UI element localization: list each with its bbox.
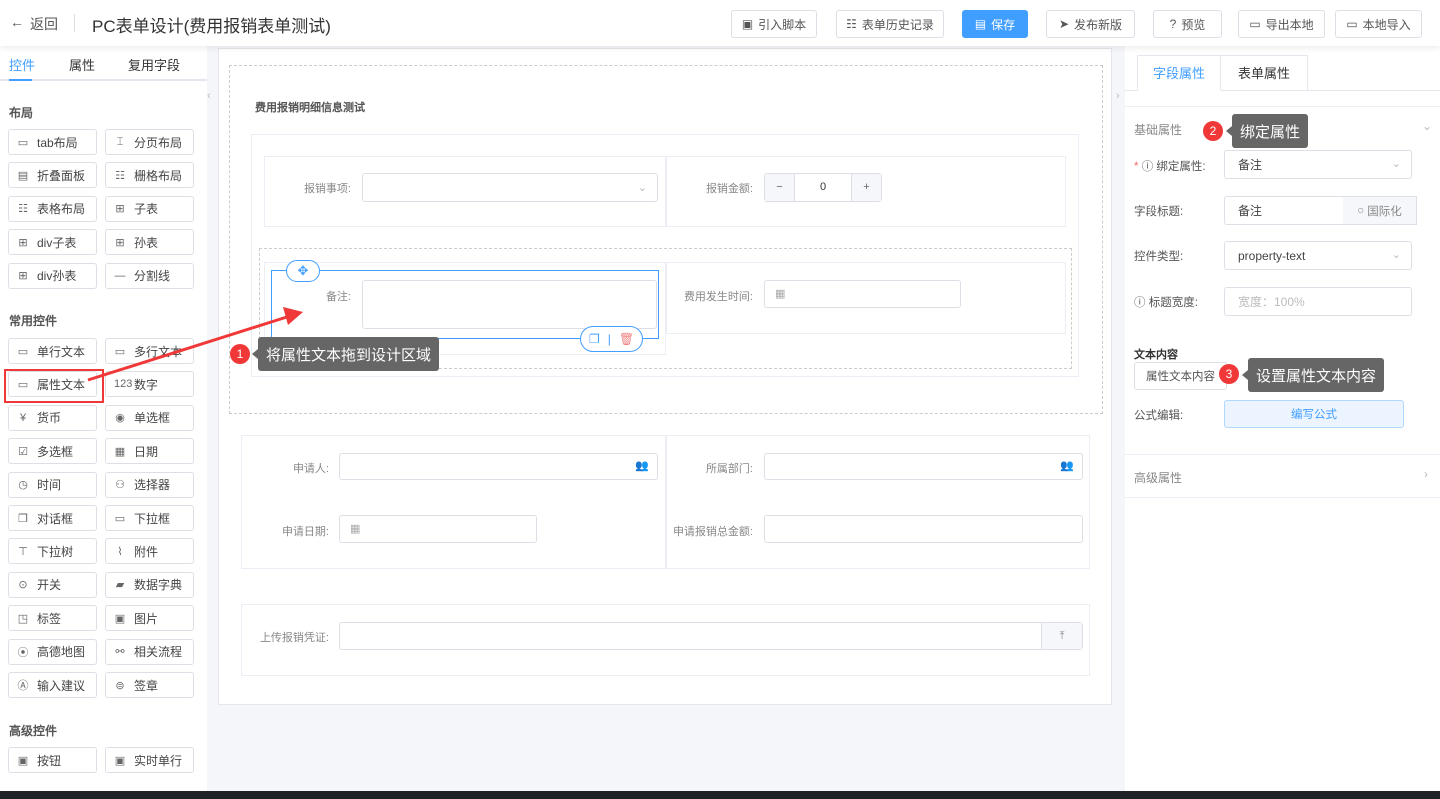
- annotation-arrow: [87, 307, 303, 382]
- annotation-badge-1: 1: [230, 344, 250, 364]
- annotation-badge-3: 3: [1219, 364, 1239, 384]
- annotation-badge-2: 2: [1203, 121, 1223, 141]
- annotation-tip-1: 将属性文本拖到设计区域: [251, 337, 440, 371]
- annotation-tip-2: 绑定属性: [1225, 114, 1309, 148]
- annotation-tip-3: 设置属性文本内容: [1241, 358, 1385, 392]
